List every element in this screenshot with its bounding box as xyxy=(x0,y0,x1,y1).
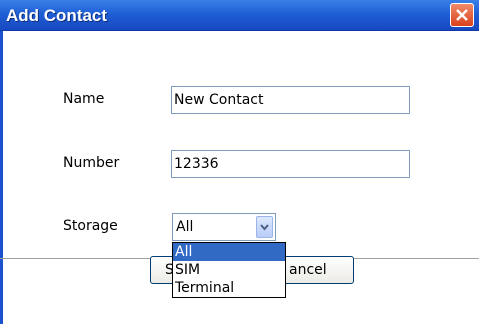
storage-option-all[interactable]: All xyxy=(173,243,285,261)
storage-select-value: All xyxy=(176,219,194,235)
number-label: Number xyxy=(63,155,120,171)
number-input[interactable]: 12336 xyxy=(171,150,410,178)
close-icon xyxy=(456,9,468,21)
close-button[interactable] xyxy=(450,3,474,27)
window-title: Add Contact xyxy=(6,6,108,25)
storage-label: Storage xyxy=(63,218,118,234)
name-input[interactable]: New Contact xyxy=(171,86,410,114)
storage-option-terminal[interactable]: Terminal xyxy=(173,279,285,297)
storage-select[interactable]: All xyxy=(172,213,276,241)
storage-dropdown-list: All SIM Terminal xyxy=(172,242,286,298)
title-bar: Add Contact xyxy=(0,0,479,31)
chevron-down-icon xyxy=(260,224,269,231)
storage-option-sim[interactable]: SIM xyxy=(173,261,285,279)
dropdown-button[interactable] xyxy=(256,216,273,238)
cancel-button-label: ancel xyxy=(289,262,327,278)
name-label: Name xyxy=(63,91,105,107)
